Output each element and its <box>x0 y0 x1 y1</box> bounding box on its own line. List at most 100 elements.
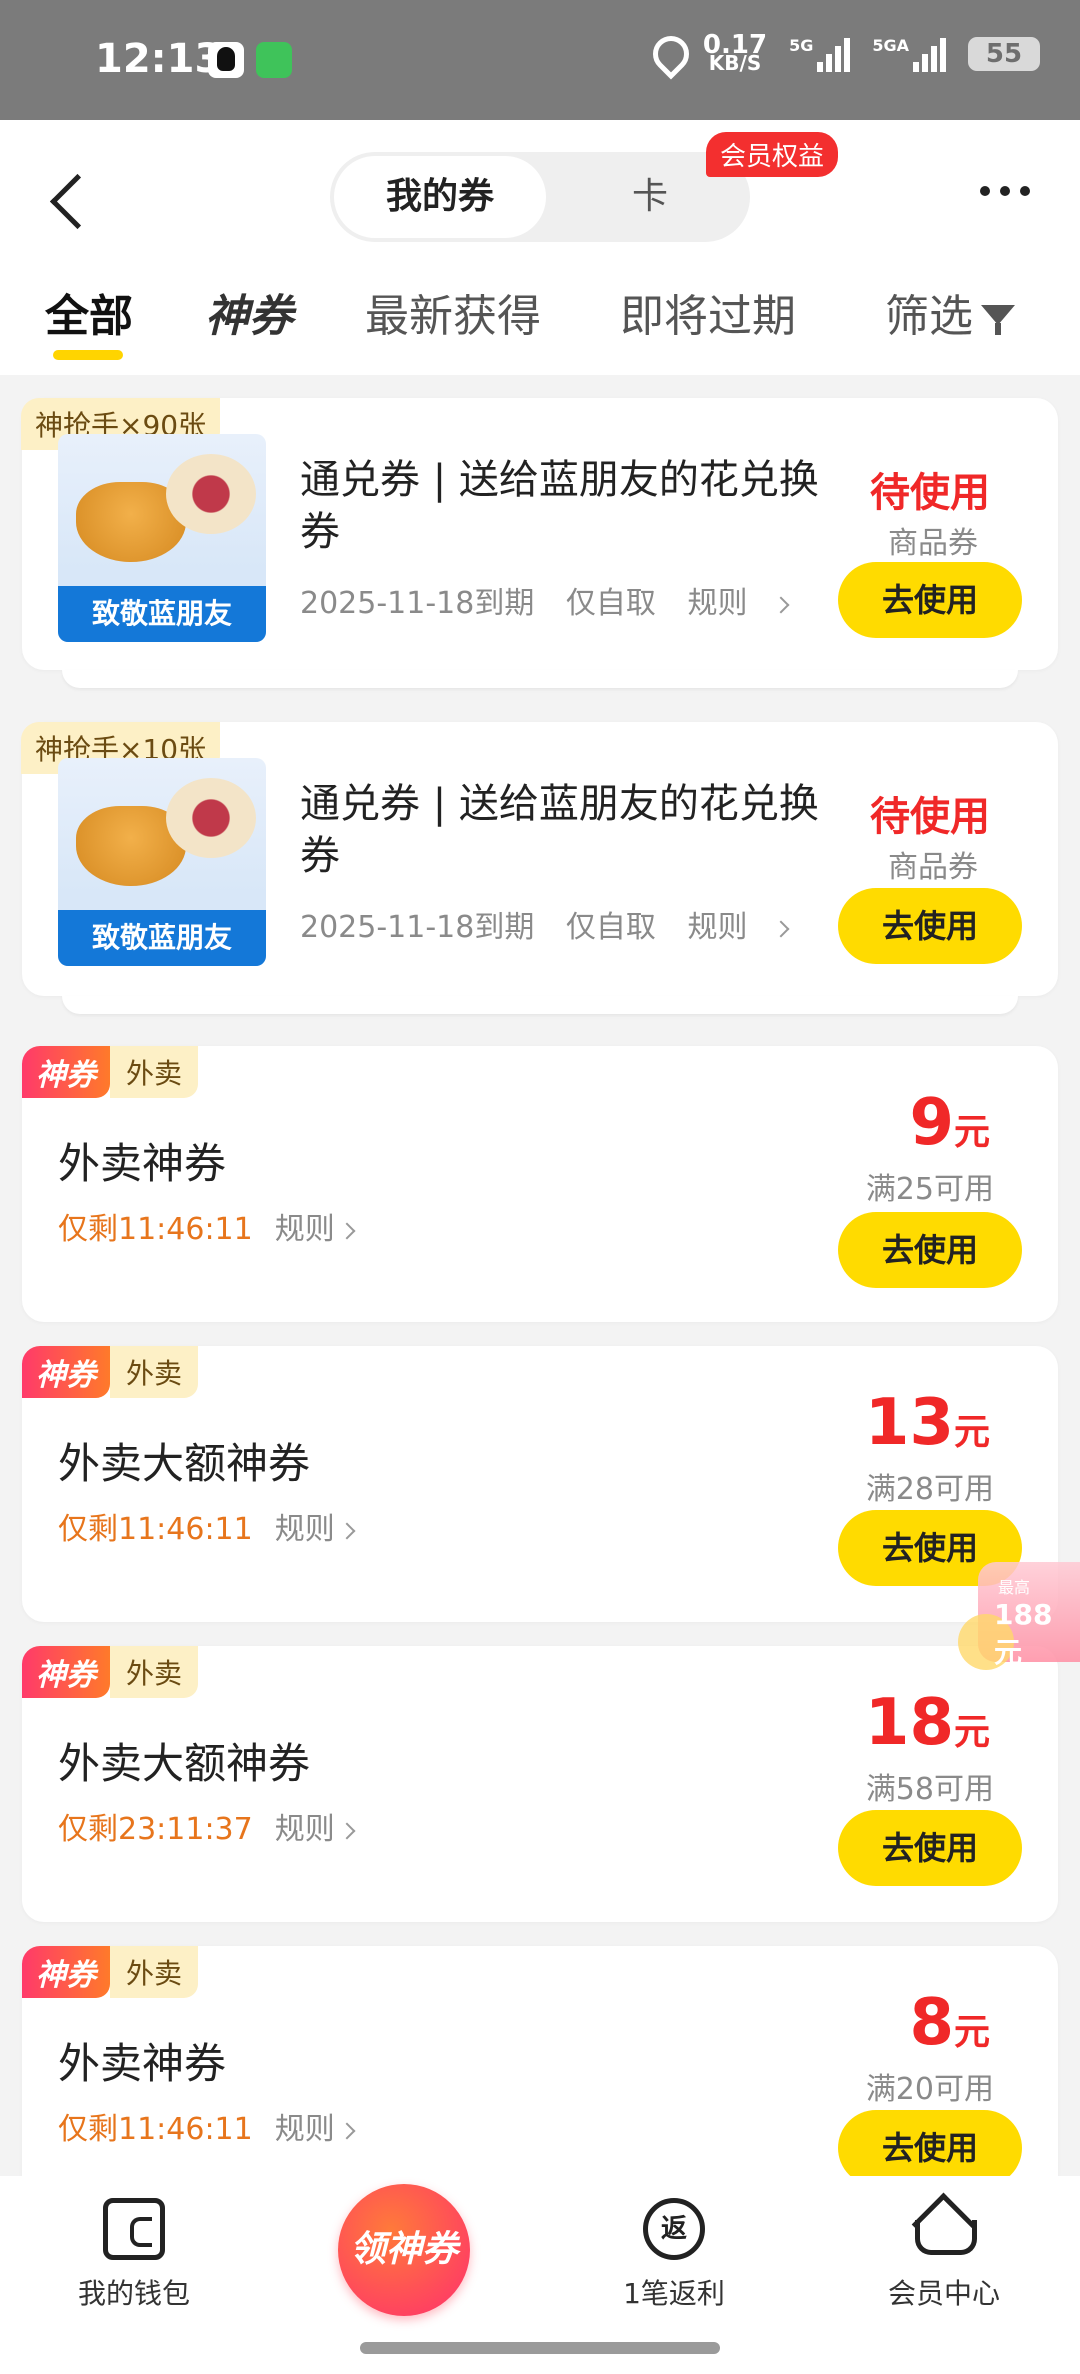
filter-tabs: 全部 神券 最新获得 即将过期 筛选 <box>0 270 1080 360</box>
coupon-condition: 满25可用 <box>865 1172 994 1207</box>
active-tab-indicator <box>53 350 123 360</box>
back-icon[interactable] <box>48 170 88 230</box>
countdown-text: 仅剩11:46:11 <box>58 1212 253 1247</box>
tab-newest[interactable]: 最新获得 <box>365 280 541 344</box>
floating-promo-widget[interactable]: 最高 188元 <box>958 1562 1080 1674</box>
nav-wallet-label: 我的钱包 <box>77 2277 190 2310</box>
coupon-condition: 满58可用 <box>865 1772 994 1807</box>
nav-member-center[interactable]: 会员中心 <box>844 2198 1044 2312</box>
status-bar: 12:13 0.17 KB/S 5G 5GA 55 <box>0 0 1080 120</box>
nav-wallet[interactable]: 我的钱包 <box>34 2198 234 2312</box>
message-notification-icon <box>256 42 292 78</box>
category-tag: 外卖 <box>110 1946 199 1998</box>
use-button[interactable]: 去使用 <box>838 1810 1022 1886</box>
promo-line1: 最高 <box>998 1578 1031 1597</box>
coupon-amount: 9元 <box>909 1086 990 1160</box>
voucher-status: 待使用 <box>870 470 990 516</box>
signal-icon <box>817 36 851 72</box>
chevron-right-icon <box>338 1522 356 1539</box>
net-speed: 0.17 KB/S <box>703 32 767 75</box>
coupon-tags: 神券 外卖 <box>22 1646 199 1698</box>
coupon-tags: 神券 外卖 <box>22 1046 199 1098</box>
voucher-thumbnail: 致敬蓝朋友 <box>58 434 266 642</box>
qq-notification-icon <box>208 42 244 78</box>
use-button[interactable]: 去使用 <box>838 1212 1022 1288</box>
wallet-icon <box>103 2198 165 2260</box>
voucher-card[interactable]: 神抢手×10张 致敬蓝朋友 通兑券 | 送给蓝朋友的花兑换券 2025-11-1… <box>21 722 1058 1014</box>
segment-my-coupons[interactable]: 我的券 <box>334 156 546 238</box>
thumbnail-banner-text: 致敬蓝朋友 <box>58 910 266 966</box>
countdown-text: 仅剩11:46:11 <box>58 2112 253 2147</box>
amount-unit: 元 <box>953 2012 990 2053</box>
voucher-status: 待使用 <box>870 794 990 840</box>
more-icon[interactable] <box>980 186 1030 196</box>
voucher-title: 通兑券 | 送给蓝朋友的花兑换券 <box>300 457 819 555</box>
coupon-title: 外卖神券 <box>58 1139 227 1188</box>
home-indicator[interactable] <box>360 2342 720 2354</box>
chevron-right-icon <box>338 1222 356 1239</box>
chevron-right-icon <box>338 2122 356 2139</box>
segment-control: 我的券 卡 <box>330 152 750 242</box>
use-button[interactable]: 去使用 <box>838 888 1022 964</box>
tab-filter-label: 筛选 <box>885 291 973 342</box>
thumbnail-banner-text: 致敬蓝朋友 <box>58 586 266 642</box>
expire-date: 2025-11-18到期 <box>300 586 535 621</box>
amount-value: 9 <box>909 1086 954 1160</box>
voucher-subtype: 商品券 <box>888 526 978 561</box>
vip-benefit-badge[interactable]: 会员权益 <box>706 132 839 177</box>
location-icon <box>651 34 681 74</box>
tab-expiring[interactable]: 即将过期 <box>620 280 796 344</box>
amount-unit: 元 <box>953 1412 990 1453</box>
coupon-card[interactable]: 神券 外卖 外卖大额神券 仅剩11:46:11 规则 13元 满28可用 去使用 <box>22 1346 1058 1622</box>
amount-value: 8 <box>909 1986 954 2060</box>
rule-label: 规则 <box>274 1812 335 1847</box>
use-button[interactable]: 去使用 <box>838 562 1022 638</box>
nav-rebate[interactable]: 返 1笔返利 <box>574 2198 774 2312</box>
countdown-text: 仅剩23:11:37 <box>58 1812 253 1847</box>
tab-filter[interactable]: 筛选 <box>885 280 1015 344</box>
chevron-right-icon <box>772 596 790 613</box>
signal-icon-2 <box>913 36 946 72</box>
shen-coupon-tag: 神券 <box>22 1646 110 1698</box>
rule-link[interactable]: 规则 <box>274 1812 356 1847</box>
pickup-only: 仅自取 <box>565 586 656 621</box>
coupon-amount: 13元 <box>865 1386 990 1460</box>
coupon-condition: 满28可用 <box>865 1472 994 1507</box>
battery-icon: 55 <box>968 37 1040 71</box>
status-time: 12:13 <box>95 36 223 82</box>
sim1-label: 5G <box>789 35 814 55</box>
voucher-meta: 2025-11-18到期 仅自取 规则 <box>300 578 809 622</box>
voucher-title: 通兑券 | 送给蓝朋友的花兑换券 <box>300 781 819 879</box>
amount-value: 18 <box>864 1686 954 1760</box>
voucher-thumbnail: 致敬蓝朋友 <box>58 758 266 966</box>
rule-link[interactable]: 规则 <box>274 1212 356 1247</box>
coupon-card[interactable]: 神券 外卖 外卖神券 仅剩11:46:11 规则 9元 满25可用 去使用 <box>22 1046 1058 1322</box>
voucher-card[interactable]: 神抢手×90张 致敬蓝朋友 通兑券 | 送给蓝朋友的花兑换券 2025-11-1… <box>21 398 1058 688</box>
coupon-countdown: 仅剩23:11:37 规则 <box>58 1804 356 1848</box>
coupon-card[interactable]: 神券 外卖 外卖大额神券 仅剩23:11:37 规则 18元 满58可用 去使用 <box>22 1646 1058 1922</box>
coupon-condition: 满20可用 <box>865 2072 994 2107</box>
amount-value: 13 <box>864 1386 954 1460</box>
voucher-meta: 2025-11-18到期 仅自取 规则 <box>300 902 809 946</box>
shen-coupon-tag: 神券 <box>22 1046 110 1098</box>
net-speed-unit: KB/S <box>708 51 762 75</box>
rebate-icon: 返 <box>643 2198 705 2260</box>
category-tag: 外卖 <box>110 1346 199 1398</box>
coupon-tags: 神券 外卖 <box>22 1946 199 1998</box>
rule-link[interactable]: 规则 <box>687 910 790 945</box>
coupon-tags: 神券 外卖 <box>22 1346 199 1398</box>
chevron-right-icon <box>338 1822 356 1839</box>
promo-line2: 188元 <box>994 1598 1053 1669</box>
rule-label: 规则 <box>687 586 748 621</box>
get-coupon-button[interactable]: 领神券 <box>338 2184 470 2316</box>
rule-link[interactable]: 规则 <box>275 2112 356 2147</box>
rule-link[interactable]: 规则 <box>687 586 790 621</box>
expire-date: 2025-11-18到期 <box>300 910 535 945</box>
tab-shen-coupon[interactable]: 神券 <box>205 280 293 344</box>
crown-icon <box>911 2198 977 2260</box>
use-button[interactable]: 去使用 <box>838 2110 1022 2186</box>
rule-label: 规则 <box>274 1212 335 1247</box>
nav-rebate-label: 1笔返利 <box>623 2277 725 2310</box>
tab-all[interactable]: 全部 <box>45 280 133 344</box>
rule-link[interactable]: 规则 <box>275 1512 356 1547</box>
